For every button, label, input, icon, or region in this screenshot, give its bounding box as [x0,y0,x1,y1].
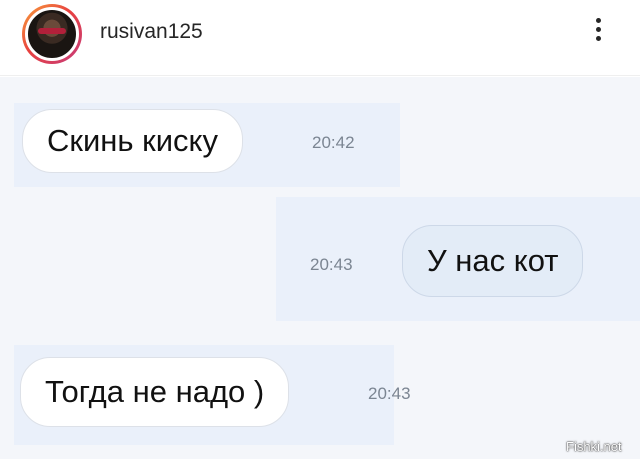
post-header: rusivan125 [0,0,640,76]
more-dot [595,36,601,41]
message-bubble-incoming: Тогда не надо ) [20,357,290,427]
sunglasses-shape [38,28,66,34]
avatar-photo [25,7,79,61]
more-dot [595,18,601,23]
user-avatar[interactable] [22,4,82,64]
more-dot [595,27,601,32]
message-bubble-outgoing: У нас кот [402,225,584,297]
message-timestamp: 20:43 [310,255,353,274]
message-timestamp: 20:43 [368,384,411,403]
watermark-text: Fishki.net [566,439,622,454]
message-text: Скинь киску [47,123,218,158]
more-vertical-icon[interactable] [590,14,606,48]
chat-screenshot: Скинь киску 20:42 20:43 У нас кот Тогда … [0,77,640,459]
message-text: У нас кот [427,243,559,278]
username-link[interactable]: rusivan125 [100,20,203,44]
message-text: Тогда не надо ) [45,374,265,409]
message-bubble-incoming: Скинь киску [22,109,243,173]
message-timestamp: 20:42 [312,133,355,152]
